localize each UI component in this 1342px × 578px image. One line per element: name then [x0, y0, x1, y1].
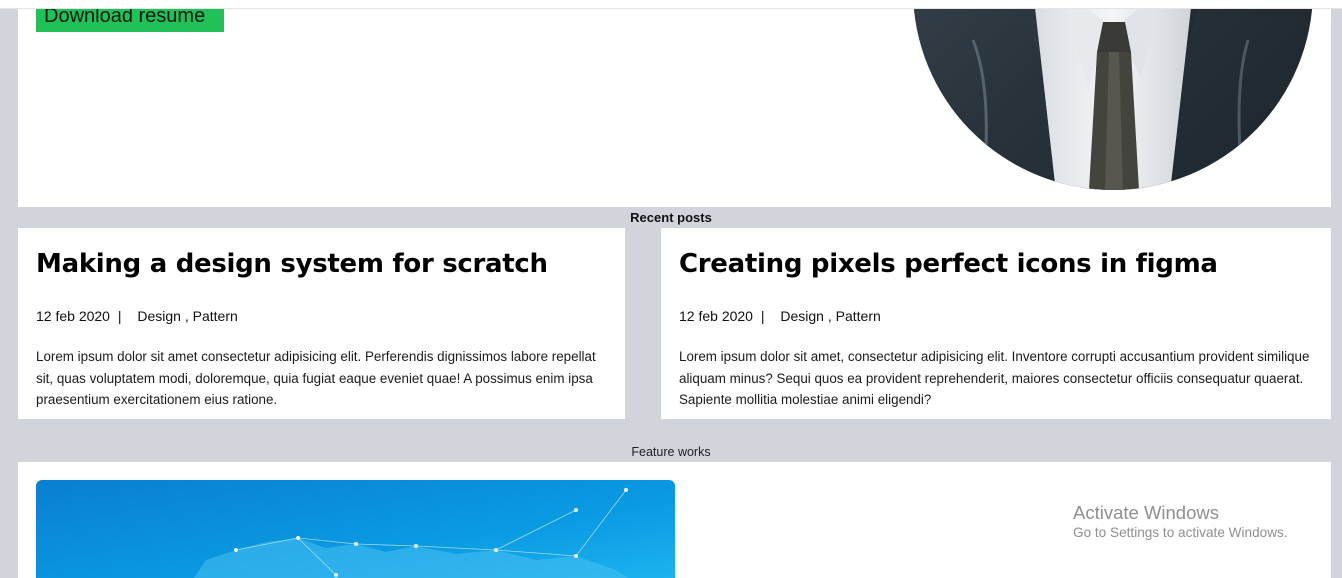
post-tags: Design , Pattern: [137, 308, 238, 324]
profile-photo: [913, 9, 1313, 190]
feature-works-heading: Feature works: [631, 445, 711, 459]
windows-activation-watermark: Activate Windows Go to Settings to activ…: [1073, 502, 1288, 542]
post-date: 12 feb 2020: [36, 308, 110, 324]
recent-posts-heading: Recent posts: [630, 210, 712, 225]
feature-work-thumbnail[interactable]: [36, 480, 675, 578]
watermark-subtitle: Go to Settings to activate Windows.: [1073, 525, 1288, 540]
download-resume-button[interactable]: Download resume: [36, 9, 224, 32]
post-excerpt: Lorem ipsum dolor sit amet consectetur a…: [36, 349, 596, 407]
post-title[interactable]: Creating pixels perfect icons in figma: [679, 246, 1313, 282]
post-tags: Design , Pattern: [780, 308, 881, 324]
meta-separator: |: [760, 308, 765, 324]
hero-section: Download resume: [18, 9, 1331, 207]
post-date: 12 feb 2020: [679, 308, 753, 324]
meta-separator: |: [117, 308, 122, 324]
post-title[interactable]: Making a design system for scratch: [36, 246, 607, 282]
post-meta: 12 feb 2020 | Design , Pattern: [679, 308, 1313, 324]
watermark-title: Activate Windows: [1073, 502, 1219, 523]
post-excerpt: Lorem ipsum dolor sit amet, consectetur …: [679, 349, 1310, 407]
post-meta: 12 feb 2020 | Design , Pattern: [36, 308, 607, 324]
top-edge: [0, 0, 1342, 9]
post-card[interactable]: Making a design system for scratch 12 fe…: [18, 228, 625, 419]
post-card[interactable]: Creating pixels perfect icons in figma 1…: [661, 228, 1331, 419]
